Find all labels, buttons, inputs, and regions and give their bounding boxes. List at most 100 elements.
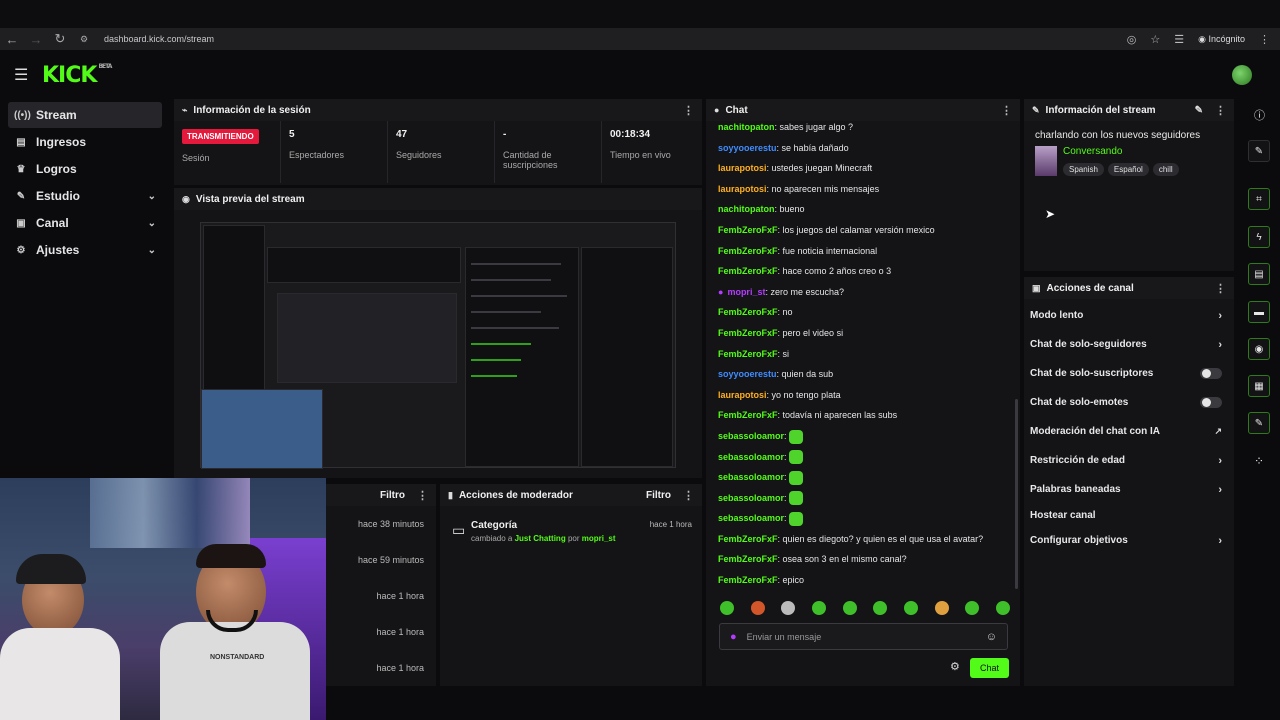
rail-lightning-button[interactable]: ϟ: [1248, 226, 1270, 248]
kebab-menu-icon[interactable]: ⋮: [683, 489, 694, 502]
user-avatar[interactable]: [1232, 65, 1252, 85]
site-settings-icon[interactable]: ⚙: [72, 34, 96, 45]
kebab-menu-icon[interactable]: ⋮: [683, 104, 694, 117]
chat-username[interactable]: sebassoloamor: [718, 431, 784, 441]
edit-icon[interactable]: ✎: [1195, 105, 1203, 116]
emote-button[interactable]: [995, 601, 1010, 615]
category-link[interactable]: Conversando: [1063, 146, 1183, 157]
bookmark-star-icon[interactable]: ☆: [1150, 33, 1160, 46]
chat-username[interactable]: FembZeroFxF: [718, 575, 778, 585]
emote-button[interactable]: [842, 601, 857, 615]
rail-tools-button[interactable]: ✎: [1248, 412, 1270, 434]
tag-chip[interactable]: Spanish: [1063, 163, 1104, 176]
sidebar-item-logros[interactable]: ♛ Logros: [8, 156, 162, 182]
action-ai-moderation[interactable]: Moderación del chat con IA ↗: [1024, 417, 1234, 446]
rail-broadcast-button[interactable]: ◉: [1248, 338, 1270, 360]
mod-filter-button[interactable]: Filtro: [646, 490, 671, 501]
forward-icon[interactable]: →: [24, 32, 48, 47]
action-subscribers-only[interactable]: Chat de solo-suscriptores: [1024, 359, 1234, 388]
chat-username[interactable]: nachitopaton: [718, 122, 775, 132]
info-icon[interactable]: ⓘ: [1254, 107, 1265, 123]
stat-uptime: 00:18:34 Tiempo en vivo: [602, 121, 702, 183]
action-configure-goals[interactable]: Configurar objetivos ›: [1024, 526, 1234, 555]
chat-message-input[interactable]: ● Enviar un mensaje ☺: [719, 623, 1008, 650]
chat-username[interactable]: laurapotosi: [718, 184, 767, 194]
action-age-restriction[interactable]: Restricción de edad ›: [1024, 446, 1234, 475]
sidebar-item-stream[interactable]: ((•)) Stream: [8, 102, 162, 128]
emote-button[interactable]: [965, 601, 980, 615]
chat-username[interactable]: FembZeroFxF: [718, 349, 778, 359]
action-host-channel[interactable]: Hostear canal: [1024, 504, 1234, 526]
emote-button[interactable]: [811, 601, 826, 615]
url-text[interactable]: dashboard.kick.com/stream: [104, 34, 214, 44]
action-emotes-only[interactable]: Chat de solo-emotes: [1024, 388, 1234, 417]
rail-chat-button[interactable]: ▬: [1248, 301, 1270, 323]
action-banned-words[interactable]: Palabras baneadas ›: [1024, 475, 1234, 504]
sidebar-item-estudio[interactable]: ✎ Estudio ⌄: [8, 183, 162, 209]
action-followers-only[interactable]: Chat de solo-seguidores ›: [1024, 330, 1234, 359]
sidebar-item-ingresos[interactable]: ▤ Ingresos: [8, 129, 162, 155]
category-link[interactable]: Just Chatting: [515, 534, 566, 543]
emote-button[interactable]: [934, 601, 949, 615]
tab-search-icon[interactable]: ☰: [1174, 33, 1184, 46]
chat-username[interactable]: sebassoloamor: [718, 493, 784, 503]
chat-settings-icon[interactable]: ⚙: [950, 660, 960, 673]
chat-username[interactable]: FembZeroFxF: [718, 554, 778, 564]
chat-username[interactable]: laurapotosi: [718, 163, 767, 173]
action-slow-mode[interactable]: Modo lento ›: [1024, 301, 1234, 330]
kebab-menu-icon[interactable]: ⋮: [1215, 104, 1226, 117]
emote-button[interactable]: [720, 601, 734, 615]
more-options-icon[interactable]: ⁘: [1254, 454, 1264, 468]
user-link[interactable]: mopri_st: [582, 534, 616, 543]
activity-filter-button[interactable]: Filtro: [380, 490, 405, 501]
chat-username[interactable]: FembZeroFxF: [718, 307, 778, 317]
eye-off-icon[interactable]: ◎: [1127, 33, 1137, 46]
chat-message: FembZeroFxF: fue noticia internacional: [718, 245, 878, 256]
chat-username[interactable]: sebassoloamor: [718, 452, 784, 462]
chat-username[interactable]: mopri_st: [727, 287, 765, 297]
emote-button[interactable]: [873, 601, 888, 615]
tag-chip[interactable]: chill: [1152, 163, 1179, 176]
chat-username[interactable]: FembZeroFxF: [718, 534, 778, 544]
chat-username[interactable]: laurapotosi: [718, 390, 767, 400]
incognito-indicator[interactable]: ◉ Incógnito: [1198, 34, 1245, 45]
subscribers-only-toggle[interactable]: [1200, 368, 1222, 379]
emote-button[interactable]: [903, 601, 918, 615]
chat-username[interactable]: soyyooerestu: [718, 143, 777, 153]
rail-focus-button[interactable]: ⌗: [1248, 188, 1270, 210]
rail-notes-button[interactable]: ▤: [1248, 263, 1270, 285]
chat-scrollbar[interactable]: [1015, 399, 1018, 589]
chat-message: sebassoloamor:: [706, 488, 1018, 509]
hamburger-menu-icon[interactable]: ☰: [14, 65, 34, 85]
sidebar-item-canal[interactable]: ▣ Canal ⌄: [8, 210, 162, 236]
emoji-icon[interactable]: ☺: [986, 631, 997, 643]
rail-layout-button[interactable]: ▦: [1248, 375, 1270, 397]
chat-send-button[interactable]: Chat: [970, 658, 1009, 678]
chat-username[interactable]: FembZeroFxF: [718, 246, 778, 256]
chat-username[interactable]: nachitopaton: [718, 204, 775, 214]
reload-icon[interactable]: ↻: [48, 31, 72, 47]
tag-chip[interactable]: Español: [1107, 163, 1149, 176]
chat-username[interactable]: FembZeroFxF: [718, 410, 778, 420]
kebab-menu-icon[interactable]: ⋮: [417, 489, 428, 502]
chat-message-list[interactable]: nachitopaton: sabes jugar algo ? soyyooer…: [706, 117, 1018, 595]
kebab-menu-icon[interactable]: ⋮: [1215, 282, 1226, 295]
kick-logo[interactable]: KICK BETA: [42, 63, 112, 88]
emotes-only-toggle[interactable]: [1200, 397, 1222, 408]
emote-button[interactable]: [750, 601, 765, 615]
browser-menu-icon[interactable]: ⋮: [1259, 33, 1270, 46]
rail-edit-button[interactable]: ✎: [1248, 140, 1270, 162]
chat-username[interactable]: FembZeroFxF: [718, 225, 778, 235]
back-icon[interactable]: ←: [0, 32, 24, 47]
chat-message: FembZeroFxF: todavía ni aparecen las sub…: [718, 410, 898, 421]
sidebar-item-ajustes[interactable]: ⚙ Ajustes ⌄: [8, 237, 162, 263]
category-thumbnail[interactable]: [1035, 146, 1057, 176]
chat-username[interactable]: sebassoloamor: [718, 513, 784, 523]
chat-username[interactable]: FembZeroFxF: [718, 328, 778, 338]
kebab-menu-icon[interactable]: ⋮: [1001, 104, 1012, 117]
stream-preview-video[interactable]: [200, 222, 676, 469]
chat-username[interactable]: FembZeroFxF: [718, 266, 778, 276]
emote-button[interactable]: [781, 601, 796, 615]
chat-username[interactable]: sebassoloamor: [718, 472, 784, 482]
chat-username[interactable]: soyyooerestu: [718, 369, 777, 379]
